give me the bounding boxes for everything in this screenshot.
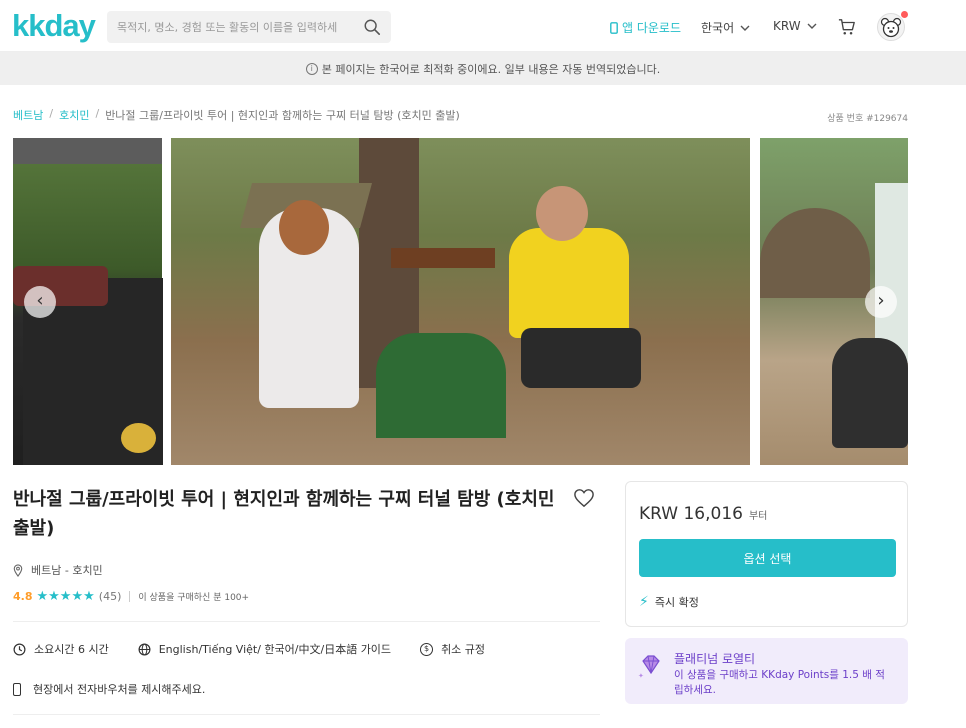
tourists-shape [832,338,908,448]
gallery-prev-button[interactable]: ‹ [24,286,56,318]
search-icon[interactable] [363,18,381,36]
user-avatar[interactable] [877,13,905,41]
hut-roof-shape [760,208,870,298]
e-voucher-info: 현장에서 전자바우처를 제시해주세요. [13,681,205,697]
shorts-shape [521,328,641,388]
select-option-button[interactable]: 옵션 선택 [639,539,896,577]
yellow-shirt-shape [509,228,629,338]
instant-confirm-text: 즉시 확정 [654,596,699,609]
gallery-next-button[interactable]: › [865,286,897,318]
loyalty-banner[interactable]: ✦ 플래티넘 로열티 이 상품을 구매하고 KKday Points를 1.5 … [625,638,908,704]
review-count[interactable]: (45) [99,590,122,603]
translation-notice: i 본 페이지는 한국어로 최적화 중이에요. 일부 내용은 자동 번역되었습니… [0,52,966,85]
rating-score: 4.8 [13,590,33,603]
rating-summary: 4.8 ★★★★★ (45) 이 상품을 구매하신 분 100+ [13,589,249,604]
guide-text: English/Tiếng Việt/ 한국어/中文/日本語 가이드 [158,643,392,656]
price-value: KRW 16,016 [639,504,743,524]
cancel-text: 취소 규정 [441,643,486,656]
search-bar[interactable] [107,11,391,43]
cart-icon[interactable] [838,18,856,36]
feature-guide: English/Tiếng Việt/ 한국어/中文/日本語 가이드 [138,641,391,657]
duration-text: 소요시간 6 시간 [34,643,109,656]
phone-icon [610,21,618,34]
top-navbar: kkday 앱 다운로드 한국어 KRW [0,0,966,52]
language-selector[interactable]: 한국어 [701,19,750,36]
lightning-icon: ⚡ [639,594,649,610]
face-shape [536,186,588,241]
loyalty-title: 플래티넘 로열티 [674,652,756,666]
product-features: 소요시간 6 시간 English/Tiếng Việt/ 한국어/中文/日本語… [13,641,485,657]
gallery-photo-main[interactable] [171,138,750,465]
feature-cancel[interactable]: $ 취소 규정 [420,641,485,657]
feature-duration: 소요시간 6 시간 [13,641,109,657]
breadcrumb-country[interactable]: 베트남 [13,107,43,123]
product-location: 베트남 - 호치민 [13,562,103,578]
kkday-logo[interactable]: kkday [12,10,96,42]
price: KRW 16,016 부터 [639,504,767,524]
rating-stars-icon: ★★★★★ [36,589,95,604]
app-download-label: 앱 다운로드 [622,21,682,35]
yellow-object-shape [121,423,156,453]
loyalty-text: 이 상품을 구매하고 KKday Points를 1.5 배 적립하세요. [674,669,885,696]
product-title: 반나절 그룹/프라이빗 투어 | 현지인과 함께하는 구찌 터널 탐방 (호치민… [13,489,555,539]
chevron-down-icon [807,23,817,29]
heart-icon[interactable] [573,488,595,508]
notification-dot [901,11,908,18]
chevron-down-icon [740,25,750,31]
avatar-bear-icon [880,17,902,38]
breadcrumb-separator: / [95,107,100,120]
roof-shape [13,138,162,164]
search-input[interactable] [117,17,353,37]
instant-confirm: ⚡ 즉시 확정 [639,594,699,610]
location-pin-icon [13,563,23,577]
breadcrumb-current: 반나절 그룹/프라이빗 투어 | 현지인과 함께하는 구찌 터널 탐방 (호치민… [105,109,460,122]
tunnel-lid-shape [391,248,495,268]
section-divider [13,621,600,622]
svg-text:✦: ✦ [638,672,644,680]
cancel-policy-icon: $ [420,642,434,656]
section-divider [13,714,600,715]
price-card: KRW 16,016 부터 옵션 선택 ⚡ 즉시 확정 [625,481,908,627]
currency-selector[interactable]: KRW [773,19,817,33]
clock-icon [13,643,26,655]
mobile-voucher-icon [13,682,21,696]
breadcrumb-city[interactable]: 호치민 [59,107,89,123]
hair-shape [279,200,329,255]
price-from-label: 부터 [748,511,768,522]
product-number: 상품 번호 #129674 [827,114,908,124]
divider [129,591,131,602]
language-label: 한국어 [701,21,735,35]
app-download-link[interactable]: 앱 다운로드 [610,19,681,36]
banner-shape [875,183,908,363]
sold-count: 이 상품을 구매하신 분 100+ [138,593,250,603]
globe-icon [138,643,151,655]
breadcrumb: 베트남 / 호치민 / 반나절 그룹/프라이빗 투어 | 현지인과 함께하는 구… [13,107,460,123]
eticket-text: 현장에서 전자바우처를 제시해주세요. [33,683,206,696]
location-text: 베트남 - 호치민 [31,564,103,577]
breadcrumb-separator: / [49,107,54,120]
notice-text: 본 페이지는 한국어로 최적화 중이에요. 일부 내용은 자동 번역되었습니다. [321,62,661,76]
info-icon: i [305,62,318,75]
diamond-icon: ✦ [638,655,660,680]
person-guide-shape [376,333,506,438]
currency-label: KRW [773,19,801,33]
photo-gallery: ‹ › [13,138,908,465]
